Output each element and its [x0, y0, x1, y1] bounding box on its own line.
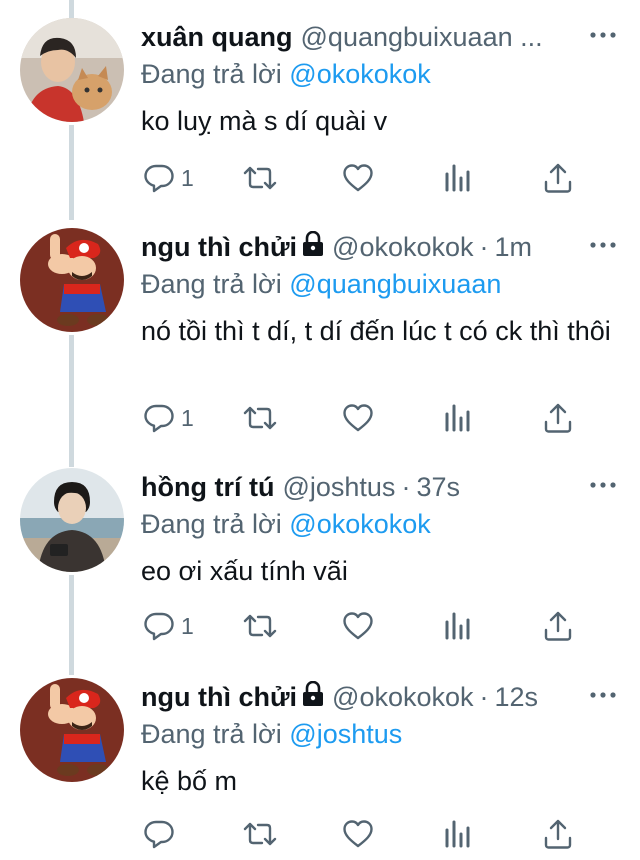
- tweet[interactable]: ngu thì chửi @okokokok · 1m Đang trả lời…: [0, 228, 640, 448]
- avatar[interactable]: [20, 18, 124, 122]
- mention-link[interactable]: @okokokok: [289, 509, 430, 539]
- views-icon: [445, 820, 470, 848]
- reply-icon: [144, 612, 174, 641]
- more-icon[interactable]: [586, 20, 620, 50]
- retweet-icon: [243, 166, 277, 190]
- replying-to: Đang trả lời @quangbuixuaan: [141, 266, 620, 302]
- replying-to-label: Đang trả lời: [141, 269, 282, 299]
- views-button[interactable]: [443, 158, 471, 198]
- tweet-text: eo ơi xấu tính vãi: [141, 556, 348, 586]
- tweet-header: ngu thì chửi @okokokok · 1m: [141, 228, 620, 266]
- tweet-text: kệ bố m: [141, 766, 238, 796]
- retweet-icon: [243, 614, 277, 638]
- tweet-header: hồng trí tú @joshtus · 37s: [141, 468, 620, 506]
- share-icon: [544, 819, 572, 849]
- replying-to-label: Đang trả lời: [141, 509, 282, 539]
- like-icon: [343, 164, 373, 192]
- timestamp[interactable]: 37s: [416, 472, 460, 503]
- display-name[interactable]: xuân quang: [141, 22, 293, 53]
- more-icon[interactable]: [586, 680, 620, 710]
- views-button[interactable]: [443, 814, 471, 854]
- handle[interactable]: @quangbuixuaan ...: [301, 22, 543, 53]
- views-button[interactable]: [443, 398, 471, 438]
- retweet-button[interactable]: [243, 158, 277, 198]
- timestamp[interactable]: 1m: [495, 232, 533, 263]
- tweet[interactable]: hồng trí tú @joshtus · 37s Đang trả lời …: [0, 468, 640, 658]
- replying-to: Đang trả lời @okokokok: [141, 506, 620, 542]
- replying-to-label: Đang trả lời: [141, 59, 282, 89]
- share-icon: [544, 403, 572, 433]
- mention-link[interactable]: @okokokok: [289, 59, 430, 89]
- retweet-icon: [243, 406, 277, 430]
- like-button[interactable]: [342, 158, 374, 198]
- reply-button[interactable]: 1: [143, 158, 194, 198]
- thread-line-top: [69, 0, 74, 18]
- lock-icon: [301, 680, 325, 714]
- separator: ·: [479, 681, 489, 712]
- like-icon: [343, 612, 373, 640]
- reply-button[interactable]: 1: [143, 606, 194, 646]
- views-icon: [445, 404, 470, 432]
- reply-icon: [144, 404, 174, 433]
- retweet-icon: [243, 822, 277, 846]
- tweet-text: nó tồi thì t dí, t dí đến lúc t có ck th…: [141, 316, 611, 346]
- avatar[interactable]: [20, 678, 124, 782]
- views-icon: [445, 612, 470, 640]
- more-icon[interactable]: [586, 230, 620, 260]
- like-icon: [343, 404, 373, 432]
- action-bar: 1: [0, 158, 640, 198]
- retweet-button[interactable]: [243, 398, 277, 438]
- tweet[interactable]: ngu thì chửi @okokokok · 12s Đang trả lờ…: [0, 678, 640, 860]
- handle[interactable]: @joshtus: [282, 472, 395, 503]
- handle[interactable]: @okokokok: [332, 232, 473, 263]
- avatar[interactable]: [20, 228, 124, 332]
- replying-to-label: Đang trả lời: [141, 719, 282, 749]
- share-button[interactable]: [543, 814, 573, 854]
- retweet-button[interactable]: [243, 814, 277, 854]
- share-button[interactable]: [543, 606, 573, 646]
- timestamp[interactable]: 12s: [495, 682, 539, 713]
- reply-button[interactable]: [143, 814, 181, 854]
- like-button[interactable]: [342, 398, 374, 438]
- retweet-button[interactable]: [243, 606, 277, 646]
- lock-icon: [301, 230, 325, 264]
- share-icon: [544, 163, 572, 193]
- display-name[interactable]: ngu thì chửi: [141, 682, 297, 713]
- reply-icon: [144, 820, 174, 849]
- mention-link[interactable]: @joshtus: [289, 719, 402, 749]
- action-bar: [0, 814, 640, 854]
- mention-link[interactable]: @quangbuixuaan: [289, 269, 501, 299]
- tweet-header: xuân quang @quangbuixuaan ...: [141, 18, 620, 56]
- like-button[interactable]: [342, 606, 374, 646]
- avatar[interactable]: [20, 468, 124, 572]
- action-bar: 1: [0, 398, 640, 438]
- tweet-text: ko luỵ mà s dí quài v: [141, 106, 388, 136]
- views-icon: [445, 164, 470, 192]
- reply-count: 1: [181, 612, 194, 639]
- replying-to: Đang trả lời @okokokok: [141, 56, 620, 92]
- reply-button[interactable]: 1: [143, 398, 194, 438]
- action-bar: 1: [0, 606, 640, 646]
- more-icon[interactable]: [586, 470, 620, 500]
- display-name[interactable]: ngu thì chửi: [141, 232, 297, 263]
- separator: ·: [401, 471, 411, 502]
- views-button[interactable]: [443, 606, 471, 646]
- like-button[interactable]: [342, 814, 374, 854]
- reply-icon: [144, 164, 174, 193]
- reply-count: 1: [181, 164, 194, 191]
- share-button[interactable]: [543, 398, 573, 438]
- reply-count: 1: [181, 404, 194, 431]
- share-icon: [544, 611, 572, 641]
- display-name[interactable]: hồng trí tú: [141, 472, 274, 503]
- tweet-header: ngu thì chửi @okokokok · 12s: [141, 678, 620, 716]
- tweet[interactable]: xuân quang @quangbuixuaan ... Đang trả l…: [0, 18, 640, 218]
- handle[interactable]: @okokokok: [332, 682, 473, 713]
- like-icon: [343, 820, 373, 848]
- separator: ·: [479, 231, 489, 262]
- replying-to: Đang trả lời @joshtus: [141, 716, 620, 752]
- share-button[interactable]: [543, 158, 573, 198]
